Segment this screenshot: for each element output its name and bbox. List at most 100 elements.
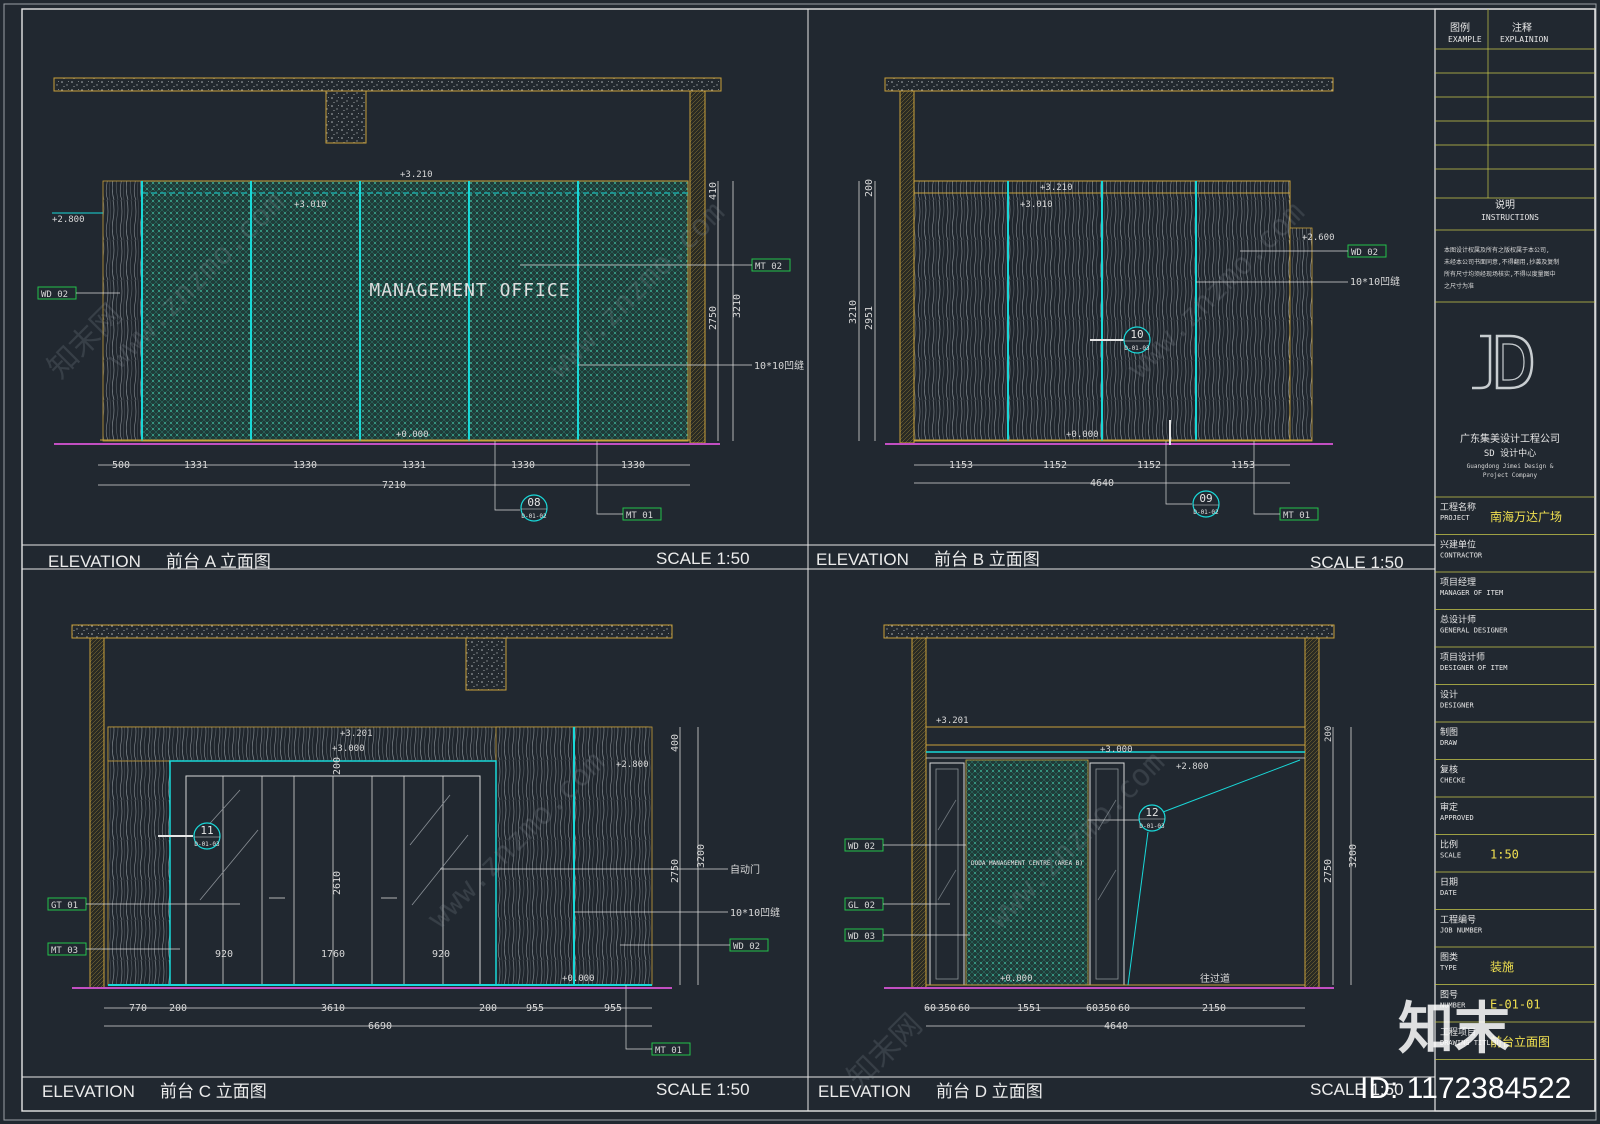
instructions-line: 之尺寸为准 — [1444, 282, 1474, 290]
note-text: 10*10凹缝 — [730, 906, 780, 919]
company-cn: 广东集美设计工程公司 — [1460, 432, 1560, 445]
wall-column — [689, 90, 706, 444]
cad-drawing-sheet: MANAGEMENT OFFICE +3.210 +3.010 +2.800 +… — [3, 3, 1597, 1121]
field-label-en: APPROVED — [1440, 814, 1474, 822]
dim-text: 2750 — [708, 306, 719, 330]
note-text: 自动门 — [730, 863, 760, 876]
section-callout: 08 D-01-02 — [494, 441, 548, 522]
level-mark: +2.800 — [616, 760, 649, 770]
level-mark: +3.201 — [340, 729, 373, 739]
panel-scale: SCALE 1:50 — [656, 1080, 750, 1099]
dim-text: 1153 — [949, 460, 973, 471]
dim-total: 6690 — [368, 1021, 392, 1032]
field-label-en: SCALE — [1440, 852, 1461, 860]
dim-text: 1153 — [1231, 460, 1255, 471]
wall-column — [1304, 637, 1320, 989]
field-value: 南海万达广场 — [1490, 509, 1562, 524]
dim-text: 1152 — [1137, 460, 1161, 471]
dim-text: 770 — [129, 1003, 147, 1014]
level-mark: +0.000 — [396, 430, 429, 440]
tag-text: GL 02 — [848, 901, 875, 911]
ceiling-beam — [325, 90, 367, 144]
field-label-en: MANAGER OF ITEM — [1440, 589, 1503, 597]
dim-text: 920 — [432, 949, 450, 960]
panel-title-cn: 前台 D 立面图 — [936, 1082, 1043, 1101]
dim-text: 1330 — [621, 460, 645, 471]
field-label-en: DESIGNER — [1440, 702, 1475, 710]
tag-text: MT 03 — [51, 946, 78, 956]
tag-text: WD 02 — [1351, 248, 1378, 258]
instructions-en: INSTRUCTIONS — [1481, 213, 1539, 222]
level-mark: +3.010 — [294, 200, 327, 210]
dim-text: 2610 — [332, 871, 343, 895]
tag-text: WD 02 — [848, 842, 875, 852]
legend-cn: 图例 — [1450, 21, 1470, 34]
company-en: Project Company — [1483, 472, 1538, 479]
dim-text: 1330 — [293, 460, 317, 471]
company-en: Guangdong Jimei Design & — [1467, 463, 1554, 470]
field-value: 1:50 — [1490, 848, 1519, 862]
title-block-frame — [1434, 8, 1596, 1112]
dim-texts-bottom: 1153 1152 1152 1153 4640 — [949, 460, 1255, 489]
tag-text: MT 01 — [1283, 511, 1310, 521]
tag-text: MT 02 — [755, 262, 782, 272]
dim-text: 60 — [1118, 1003, 1130, 1014]
instructions-line: 所有尺寸均须经现场核实,不得以度量图中 — [1444, 270, 1556, 278]
field-label-cn: 设计 — [1440, 689, 1458, 701]
ceiling-header — [925, 726, 1306, 746]
dim-text: 60 — [924, 1003, 936, 1014]
level-mark: +3.000 — [332, 744, 365, 754]
level-mark: +3.000 — [1100, 745, 1133, 755]
dim-text: 500 — [112, 460, 130, 471]
dim-text: 3210 — [732, 294, 743, 318]
field-label-en: TYPE — [1440, 964, 1457, 972]
ceiling-slab — [883, 624, 1335, 639]
instructions-line: 未经本公司书面同意,不得翻用,抄袭及复制 — [1444, 258, 1559, 266]
note-text: 10*10凹缝 — [1350, 275, 1400, 288]
field-label-cn: 总设计师 — [1440, 614, 1476, 626]
field-label-cn: 兴建单位 — [1440, 539, 1476, 551]
panel-title-en: ELEVATION — [42, 1082, 135, 1101]
callout-number: 12 — [1145, 806, 1158, 819]
dim-text: 60 — [958, 1003, 970, 1014]
panel-title-cn: 前台 A 立面图 — [166, 552, 271, 571]
field-label-en: DESIGNER OF ITEM — [1440, 664, 1507, 672]
field-label-cn: 项目设计师 — [1440, 651, 1485, 663]
dim-text: 350 — [1098, 1003, 1116, 1014]
dim-text: 60 — [1086, 1003, 1098, 1014]
dim-text: 400 — [670, 734, 681, 752]
dim-text: 1152 — [1043, 460, 1067, 471]
field-label-en: DRAW — [1440, 739, 1458, 747]
panel-scale: SCALE 1:50 — [656, 549, 750, 568]
callout-number: 11 — [200, 824, 213, 837]
dim-text: 1331 — [402, 460, 426, 471]
dim-text: 2951 — [864, 306, 875, 330]
dim-text: 200 — [169, 1003, 187, 1014]
panel-title-cn: 前台 B 立面图 — [934, 550, 1040, 569]
dim-text: 2150 — [1202, 1003, 1226, 1014]
callout-ref: D-01-03 — [1139, 823, 1165, 830]
field-label-cn: 复核 — [1440, 764, 1458, 776]
tag-text: MT 01 — [655, 1046, 682, 1056]
level-mark: +3.010 — [1020, 200, 1053, 210]
panel-title-en: ELEVATION — [48, 552, 141, 571]
field-label-cn: 图类 — [1440, 951, 1458, 963]
dim-text: 3210 — [848, 300, 859, 324]
dim-text: 350 — [938, 1003, 956, 1014]
dim-text: 3610 — [321, 1003, 345, 1014]
dim-total: 4640 — [1090, 478, 1114, 489]
title-block: 图例 EXAMPLE 注释 EXPLAINION 说明 INSTRUCTIONS… — [1434, 8, 1596, 1112]
dim-text: 2750 — [670, 859, 681, 883]
field-label-cn: 比例 — [1440, 839, 1458, 851]
note-text: 往过道 — [1200, 972, 1230, 985]
field-label-cn: 审定 — [1440, 801, 1458, 813]
level-mark: +2.600 — [1302, 233, 1335, 243]
level-mark: +0.000 — [1000, 974, 1033, 984]
panel-title-cn: 前台 C 立面图 — [160, 1082, 267, 1101]
dim-text: 1760 — [321, 949, 345, 960]
ceiling-slab — [884, 77, 1334, 92]
panel-scale: SCALE 1:50 — [1310, 553, 1404, 572]
field-label-cn: 制图 — [1440, 726, 1458, 738]
instructions-line: 本图设计权属及所有之版权属于本公司, — [1444, 246, 1550, 254]
dim-text: 3200 — [1348, 844, 1359, 868]
